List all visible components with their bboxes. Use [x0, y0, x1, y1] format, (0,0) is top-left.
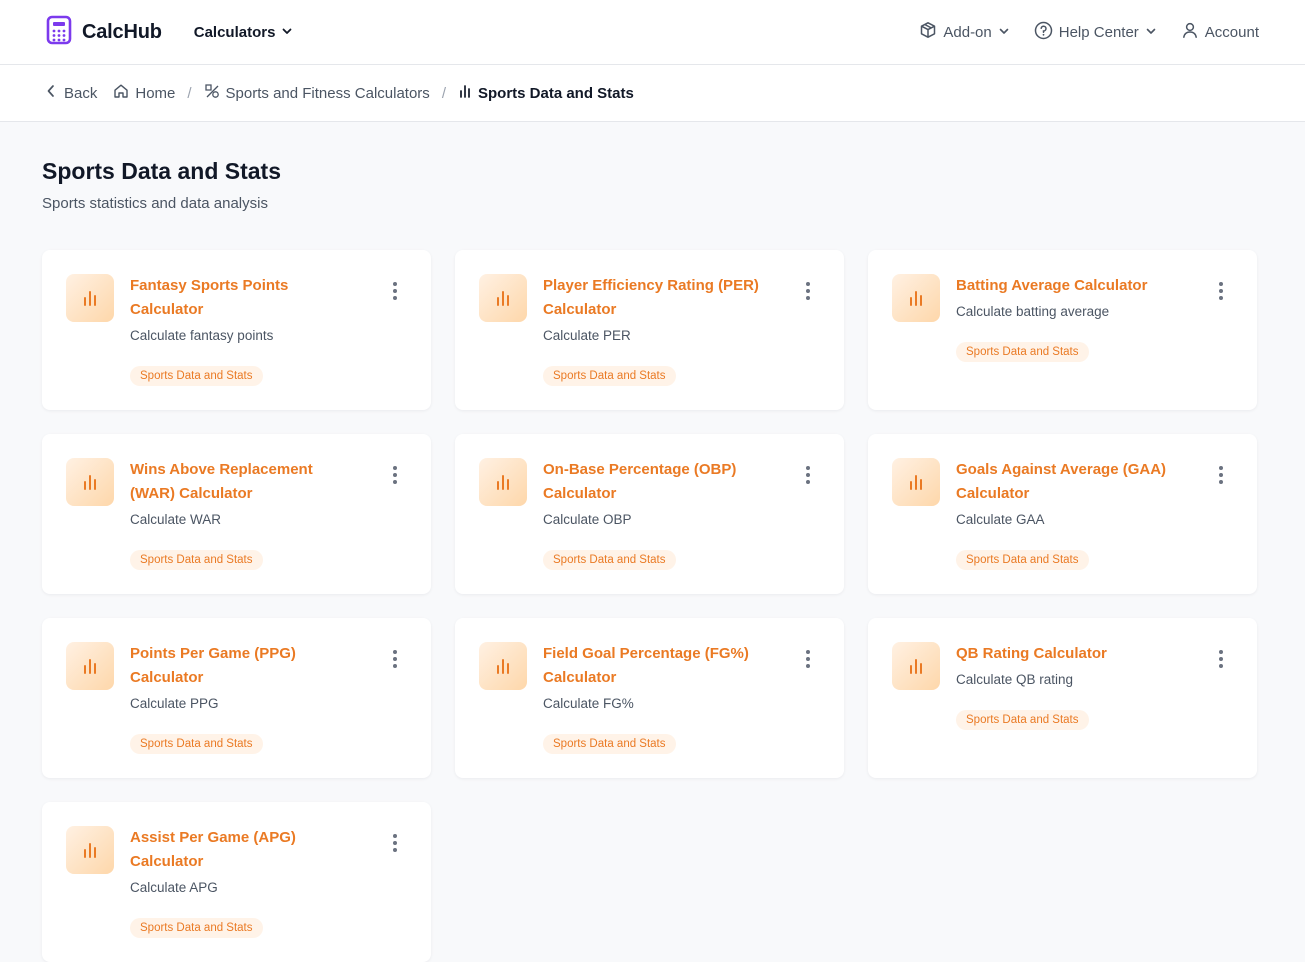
category-tag[interactable]: Sports Data and Stats — [956, 342, 1089, 362]
calculator-card[interactable]: On-Base Percentage (OBP) Calculator Calcu… — [455, 434, 844, 594]
addon-menu-button[interactable]: Add-on — [919, 21, 1009, 43]
chevron-left-icon — [46, 84, 56, 102]
account-label: Account — [1204, 23, 1259, 41]
calculator-card-description: Calculate PER — [543, 328, 631, 343]
top-navbar: CalcHub Calculators Add-on Help Center A… — [0, 0, 1305, 65]
calculator-card-description: Calculate FG% — [543, 696, 634, 711]
back-button[interactable]: Back — [46, 84, 97, 102]
bar-chart-icon — [892, 458, 940, 506]
more-vertical-icon[interactable] — [1219, 466, 1223, 484]
bar-chart-icon — [479, 642, 527, 690]
calculator-card-title[interactable]: QB Rating Calculator — [956, 642, 1176, 666]
category-tag[interactable]: Sports Data and Stats — [956, 550, 1089, 570]
more-vertical-icon[interactable] — [393, 282, 397, 300]
more-vertical-icon[interactable] — [1219, 650, 1223, 668]
bar-chart-icon — [66, 458, 114, 506]
help-center-label: Help Center — [1058, 23, 1139, 41]
back-label: Back — [64, 84, 98, 102]
calculator-card[interactable]: Fantasy Sports Points Calculator Calculat… — [42, 250, 431, 410]
category-tag[interactable]: Sports Data and Stats — [956, 710, 1089, 730]
package-icon — [919, 21, 937, 43]
more-vertical-icon[interactable] — [393, 650, 397, 668]
calculator-card-description: Calculate QB rating — [956, 672, 1074, 687]
calculator-card-description: Calculate PPG — [130, 696, 219, 711]
shapes-icon — [204, 83, 220, 103]
calculator-card[interactable]: Points Per Game (PPG) Calculator Calculat… — [42, 618, 431, 778]
calculator-card-description: Calculate GAA — [956, 512, 1045, 527]
help-center-menu-button[interactable]: Help Center — [1034, 21, 1157, 44]
addon-label: Add-on — [943, 23, 992, 41]
category-tag[interactable]: Sports Data and Stats — [130, 366, 263, 386]
calculator-card[interactable]: Wins Above Replacement (WAR) Calculator C… — [42, 434, 431, 594]
more-vertical-icon[interactable] — [806, 650, 810, 668]
bar-chart-icon — [479, 274, 527, 322]
calculator-card-description: Calculate batting average — [956, 304, 1110, 319]
calculator-card-title[interactable]: Player Efficiency Rating (PER) Calculato… — [543, 274, 763, 322]
bar-chart-icon — [66, 274, 114, 322]
calculator-card-title[interactable]: Field Goal Percentage (FG%) Calculator — [543, 642, 763, 690]
calculator-card[interactable]: Assist Per Game (APG) Calculator Calculat… — [42, 802, 431, 962]
home-icon — [113, 83, 129, 103]
more-vertical-icon[interactable] — [393, 466, 397, 484]
calculators-menu-label: Calculators — [193, 23, 276, 41]
chevron-down-icon — [281, 24, 293, 41]
more-vertical-icon[interactable] — [393, 834, 397, 852]
calculator-card-title[interactable]: Goals Against Average (GAA) Calculator — [956, 458, 1176, 506]
category-tag[interactable]: Sports Data and Stats — [543, 366, 676, 386]
category-tag[interactable]: Sports Data and Stats — [130, 734, 263, 754]
breadcrumb-current: Sports Data and Stats — [458, 84, 634, 102]
chevron-down-icon — [998, 24, 1010, 41]
calculator-card[interactable]: Goals Against Average (GAA) Calculator Ca… — [868, 434, 1257, 594]
category-tag[interactable]: Sports Data and Stats — [543, 734, 676, 754]
brand-logo-link[interactable]: CalcHub — [46, 15, 162, 50]
breadcrumb-home-label: Home — [135, 84, 176, 102]
calculator-card[interactable]: Batting Average Calculator Calculate batt… — [868, 250, 1257, 410]
calculator-logo-icon — [46, 15, 72, 50]
calculator-card-title[interactable]: Fantasy Sports Points Calculator — [130, 274, 350, 322]
calculator-card-description: Calculate OBP — [543, 512, 632, 527]
calculator-card-title[interactable]: Assist Per Game (APG) Calculator — [130, 826, 350, 874]
bar-chart-icon — [892, 642, 940, 690]
calculator-card-description: Calculate WAR — [130, 512, 222, 527]
calculator-card-title[interactable]: On-Base Percentage (OBP) Calculator — [543, 458, 763, 506]
chevron-down-icon — [1145, 24, 1157, 41]
breadcrumb-category-label: Sports and Fitness Calculators — [225, 84, 430, 102]
category-tag[interactable]: Sports Data and Stats — [130, 550, 263, 570]
category-tag[interactable]: Sports Data and Stats — [130, 918, 263, 938]
calculator-card[interactable]: QB Rating Calculator Calculate QB rating S… — [868, 618, 1257, 778]
calculator-card[interactable]: Field Goal Percentage (FG%) Calculator Ca… — [455, 618, 844, 778]
help-circle-icon — [1034, 21, 1053, 44]
calculators-menu-button[interactable]: Calculators — [194, 24, 294, 41]
calculator-card-title[interactable]: Points Per Game (PPG) Calculator — [130, 642, 350, 690]
brand-name: CalcHub — [82, 20, 162, 43]
breadcrumb-separator: / — [187, 84, 192, 102]
more-vertical-icon[interactable] — [1219, 282, 1223, 300]
bar-chart-icon — [458, 84, 472, 102]
more-vertical-icon[interactable] — [806, 466, 810, 484]
breadcrumb-home-link[interactable]: Home — [113, 83, 175, 103]
page-subtitle: Sports statistics and data analysis — [42, 195, 268, 212]
category-tag[interactable]: Sports Data and Stats — [543, 550, 676, 570]
calculator-card[interactable]: Player Efficiency Rating (PER) Calculato… — [455, 250, 844, 410]
page-title: Sports Data and Stats — [42, 158, 281, 184]
more-vertical-icon[interactable] — [806, 282, 810, 300]
bar-chart-icon — [892, 274, 940, 322]
calculator-card-title[interactable]: Wins Above Replacement (WAR) Calculator — [130, 458, 350, 506]
breadcrumb-separator: / — [441, 84, 446, 102]
calculator-card-description: Calculate fantasy points — [130, 328, 274, 343]
user-icon — [1181, 21, 1199, 43]
calculator-card-title[interactable]: Batting Average Calculator — [956, 274, 1176, 298]
account-button[interactable]: Account — [1181, 21, 1259, 43]
breadcrumb-category-link[interactable]: Sports and Fitness Calculators — [204, 83, 430, 103]
bar-chart-icon — [479, 458, 527, 506]
bar-chart-icon — [66, 642, 114, 690]
bar-chart-icon — [66, 826, 114, 874]
breadcrumb: Back Home / Sports and Fitness Calculato… — [0, 65, 1305, 122]
breadcrumb-current-label: Sports Data and Stats — [477, 84, 634, 102]
calculator-card-description: Calculate APG — [130, 880, 218, 895]
